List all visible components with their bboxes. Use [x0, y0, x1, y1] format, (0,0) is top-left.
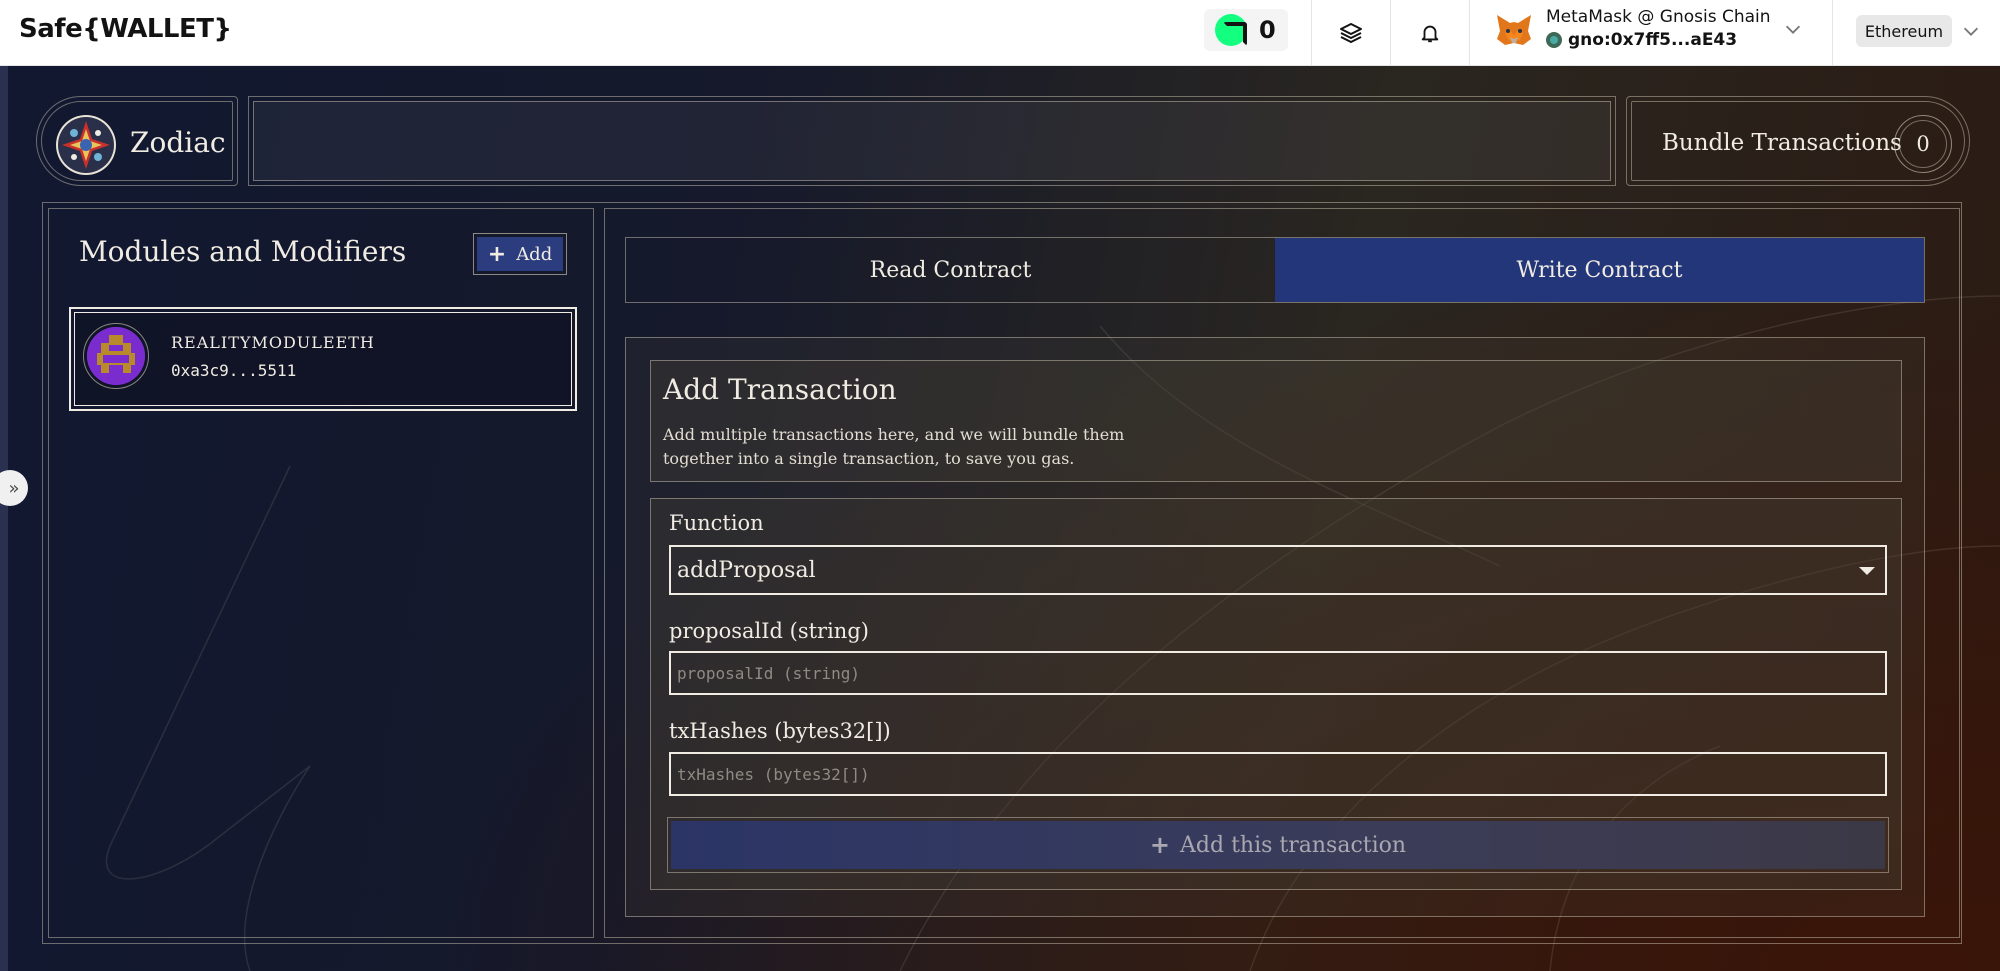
zodiac-home-button[interactable]: Zodiac [36, 96, 238, 186]
pill-inner-frame: Bundle Transactions 0 [1631, 101, 1965, 181]
sidebar-edge [0, 66, 8, 971]
network-selector[interactable]: Ethereum [1856, 15, 1952, 47]
add-this-transaction-button-face: + Add this transaction [671, 821, 1885, 869]
connected-wallet[interactable]: MetaMask @ Gnosis Chain gno:0x7ff5...aE4… [1470, 0, 1832, 66]
tx-hashes-label: txHashes (bytes32[]) [669, 719, 891, 743]
add-module-button[interactable]: + Add [473, 233, 567, 275]
modules-title: Modules and Modifiers [79, 235, 407, 268]
metamask-fox-icon [1497, 15, 1531, 45]
bundle-transactions-button[interactable]: Bundle Transactions 0 [1626, 96, 1970, 186]
module-name: REALITYMODULEETH [171, 333, 375, 352]
bundle-transactions-label: Bundle Transactions [1662, 130, 1902, 156]
gnosis-chain-icon [1546, 32, 1562, 48]
tab-read-contract[interactable]: Read Contract [626, 238, 1275, 302]
layers-icon [1340, 23, 1362, 43]
plus-icon: + [487, 241, 507, 267]
safe-wallet-logo[interactable]: Safe{WALLET} [19, 14, 232, 44]
bundle-count-badge: 0 [1894, 115, 1952, 173]
module-avatar [83, 323, 149, 389]
safe-token-icon [1215, 14, 1247, 46]
add-this-transaction-label: Add this transaction [1180, 832, 1407, 858]
tab-write-contract[interactable]: Write Contract [1275, 238, 1924, 302]
function-select-value: addProposal [677, 557, 816, 583]
contract-panel: Read Contract Write Contract Add Transac… [604, 208, 1960, 938]
transaction-queue-button[interactable] [1311, 0, 1391, 66]
function-label: Function [669, 511, 764, 535]
wallet-address: gno:0x7ff5...aE43 [1568, 30, 1738, 50]
add-module-label: Add [516, 243, 553, 265]
transaction-form: Function addProposal proposalId (string)… [650, 498, 1902, 890]
add-transaction-panel: Add Transaction Add multiple transaction… [625, 337, 1925, 917]
module-blockie-icon [87, 327, 145, 385]
chevron-down-icon[interactable] [1782, 18, 1804, 40]
app-title: Zodiac [130, 126, 226, 159]
add-transaction-header: Add Transaction Add multiple transaction… [650, 360, 1902, 482]
plus-icon: + [1149, 831, 1171, 859]
safe-token-count: 0 [1259, 16, 1276, 44]
proposal-id-label: proposalId (string) [669, 619, 869, 643]
safe-address-bar[interactable] [248, 96, 1616, 186]
zodiac-logo-icon [56, 115, 116, 175]
add-module-button-face: + Add [477, 237, 563, 271]
module-card-face: REALITYMODULEETH 0xa3c9...5511 [74, 312, 572, 406]
add-transaction-description: Add multiple transactions here, and we w… [663, 425, 1125, 468]
add-transaction-title: Add Transaction [663, 373, 897, 406]
caret-down-icon [1859, 567, 1875, 575]
function-select[interactable]: addProposal [669, 545, 1887, 595]
tx-hashes-input[interactable] [669, 752, 1887, 796]
modules-panel: Modules and Modifiers + Add REALITYMODUL… [48, 208, 594, 938]
notifications-button[interactable] [1390, 0, 1470, 66]
top-bar: Safe{WALLET} 0 MetaMask @ Gnosis Chain g… [0, 0, 2000, 66]
expand-sidebar-button[interactable]: » [0, 470, 28, 506]
module-address: 0xa3c9...5511 [171, 361, 297, 380]
proposal-id-input[interactable] [669, 651, 1887, 695]
bell-icon [1421, 25, 1439, 43]
divider [1832, 0, 1833, 66]
pill-inner-frame: Zodiac [41, 101, 233, 181]
chevron-down-icon[interactable] [1960, 20, 1982, 42]
double-chevron-right-icon: » [8, 477, 20, 499]
wallet-name: MetaMask @ Gnosis Chain [1546, 7, 1771, 27]
contract-tabs: Read Contract Write Contract [625, 237, 1925, 303]
wallet-address-row: gno:0x7ff5...aE43 [1546, 30, 1737, 50]
zodiac-app: Zodiac Bundle Transactions 0 » Modules a… [0, 66, 2000, 971]
address-bar-inner [253, 101, 1611, 181]
safe-token-counter[interactable]: 0 [1204, 9, 1288, 51]
module-item[interactable]: REALITYMODULEETH 0xa3c9...5511 [69, 307, 577, 411]
add-this-transaction-button[interactable]: + Add this transaction [667, 817, 1889, 873]
